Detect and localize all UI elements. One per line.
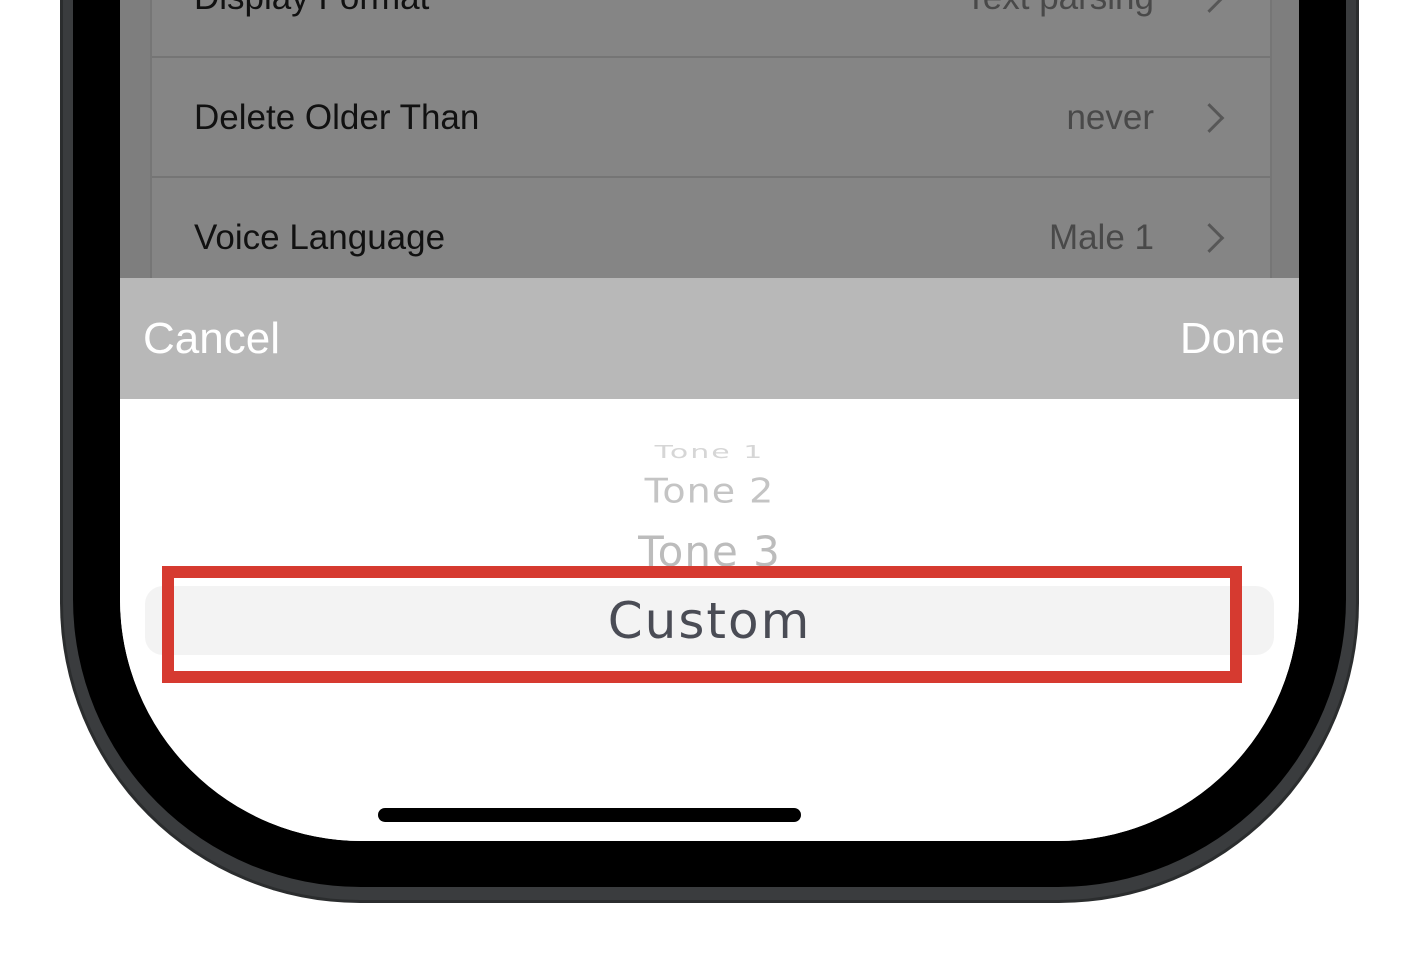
picker-toolbar: Cancel Done: [120, 278, 1299, 399]
phone-screen: Display Format Text parsing Delete Older…: [120, 0, 1299, 841]
dim-overlay[interactable]: [120, 0, 1299, 278]
settings-list: Display Format Text parsing Delete Older…: [120, 0, 1299, 298]
highlight-box: [162, 566, 1242, 683]
cancel-button[interactable]: Cancel: [143, 314, 280, 364]
home-indicator: [378, 808, 801, 822]
picker-option-tone-2[interactable]: Tone 2: [120, 471, 1299, 511]
picker-option-tone-1[interactable]: Tone 1: [120, 442, 1299, 463]
done-button[interactable]: Done: [1180, 314, 1285, 364]
